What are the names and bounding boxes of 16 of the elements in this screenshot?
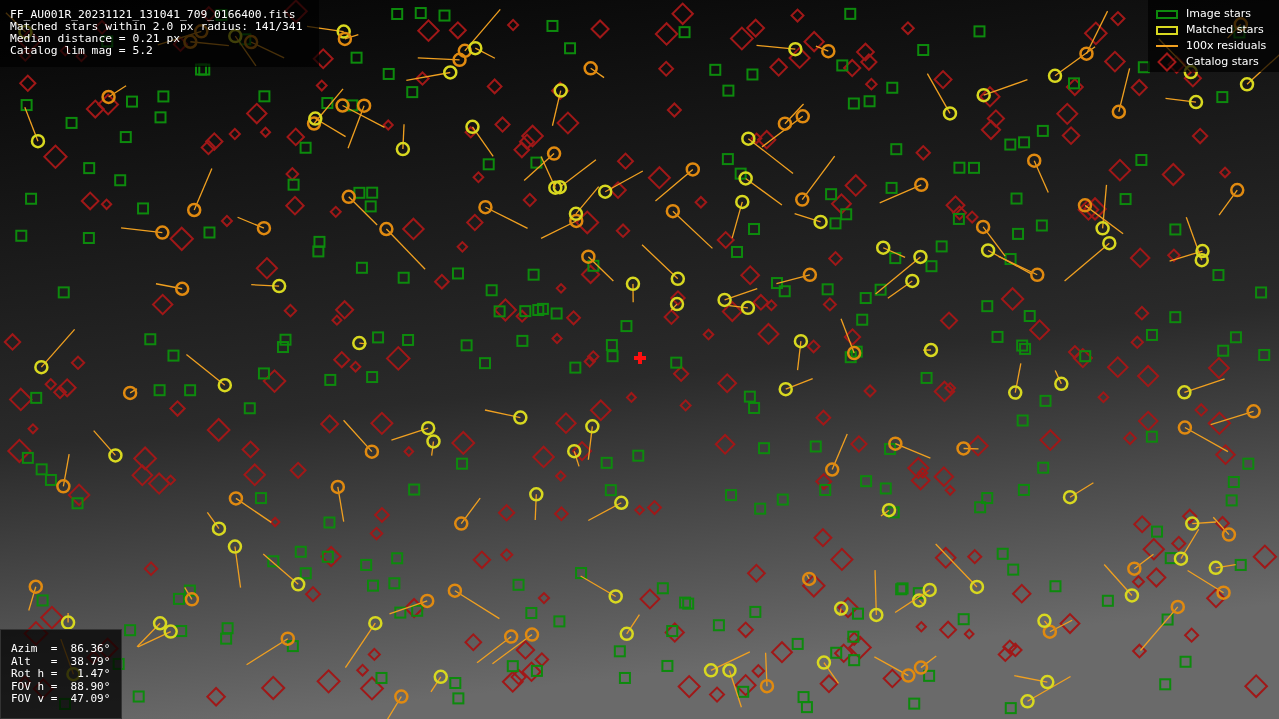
image-star-square-icon <box>1156 9 1178 19</box>
legend-label: Catalog stars <box>1186 55 1259 69</box>
info-text: FF_AU001R_20231121_131041_709_0166400.fits <box>10 9 297 21</box>
legend-label: 100x residuals <box>1186 39 1267 53</box>
line-icon <box>1156 45 1178 47</box>
pointing-text: FOV v = 47.09° <box>11 693 112 706</box>
info-text: Median distance = 0.21 px <box>10 33 182 45</box>
legend-label: Image stars <box>1186 7 1251 21</box>
info-text: Matched stars within 2.0 px radius: 141/341 <box>10 21 304 33</box>
pointing-text: Azim = 86.36° <box>11 643 112 656</box>
pointing-text: Alt = 38.79° <box>11 655 112 668</box>
legend-label: Matched stars <box>1186 23 1264 37</box>
pointing-text: Rot h = 1.47° <box>11 668 112 681</box>
pointing-text: FOV h = 88.90° <box>11 680 112 693</box>
info-text: Catalog lim mag = 5.2 <box>10 45 154 57</box>
matched-star-square-icon <box>1156 25 1178 35</box>
